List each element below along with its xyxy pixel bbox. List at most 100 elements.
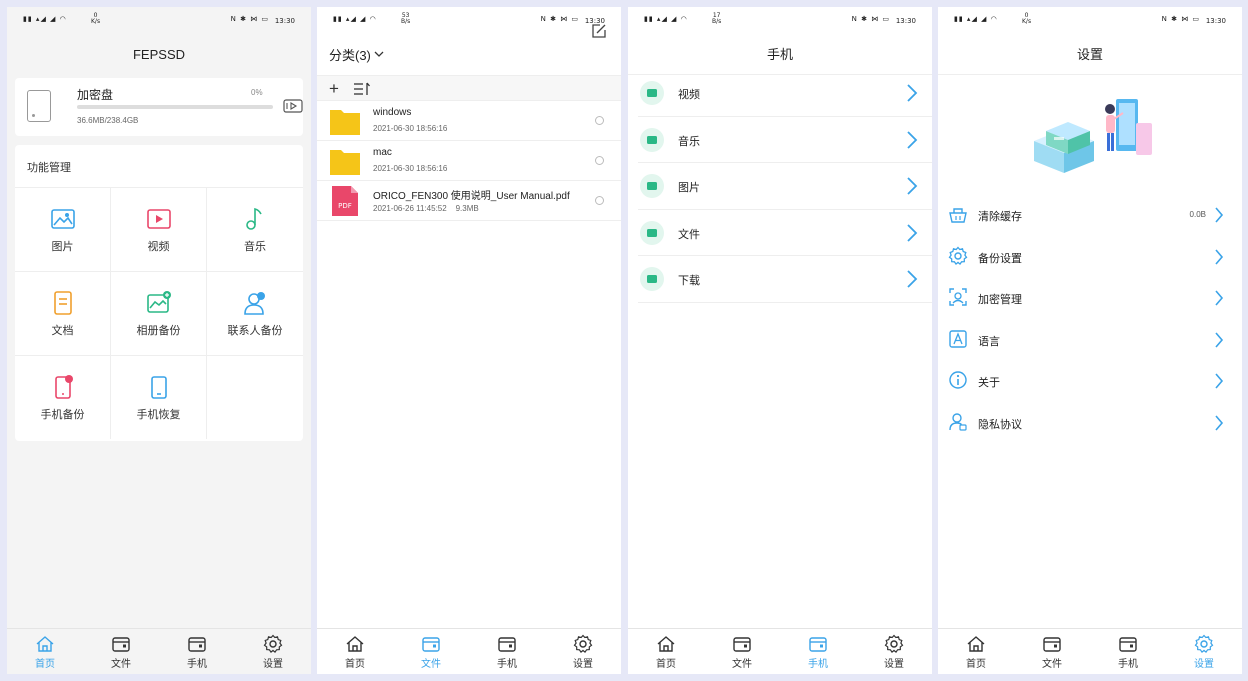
tab-label: 首页 [35,658,55,670]
func-label: 手机恢复 [136,408,181,421]
select-radio[interactable] [595,196,604,205]
settings-item-about[interactable]: 关于 [948,361,1232,401]
list-item-images[interactable]: 图片 [638,163,932,210]
status-bar: ▮▮ ▴◢ ◢ ◠ 0 K/s N ✱ ⋈ ▭ 13:30 [7,7,311,33]
func-contact-backup[interactable]: 联系人备份 [207,271,303,355]
settings-item-label: 备份设置 [978,253,1022,265]
network-speed: 0 K/s [91,12,101,25]
disk-icon [27,90,51,122]
chevron-right-icon [1215,332,1224,348]
func-label: 联系人备份 [227,324,283,337]
tab-label: 首页 [656,658,676,670]
tab-phone[interactable]: 手机 [159,629,235,674]
files-screen: ▮▮ ▴◢ ◢ ◠ 53 B/s N ✱ ⋈ ▭ 13:30 分类(3) + w… [317,7,621,674]
folder-icon [422,636,440,652]
encrypted-disk-card[interactable]: 加密盘 0% 36.6MB/238.4GB [15,78,303,136]
music-icon [640,127,664,152]
file-row[interactable]: windows 2021-06-30 18:56:16 [317,101,621,141]
signal-indicators: ▮▮ ▴◢ ◢ ◠ [954,15,998,23]
system-indicators: N ✱ ⋈ ▭ [851,15,890,23]
tab-files[interactable]: 文件 [83,629,159,674]
category-dropdown[interactable]: 分类(3) [317,33,621,75]
folder-icon [112,636,130,652]
chevron-right-icon [907,177,918,195]
disk-percent: 0% [251,88,263,97]
network-speed: 0 K/s [1022,12,1032,25]
settings-item-clear-cache[interactable]: 清除缓存 0.0B [948,195,1232,235]
settings-item-language[interactable]: 语言 [948,320,1232,360]
list-item-files[interactable]: 文件 [638,210,932,256]
func-label: 音乐 [244,240,266,253]
signal-indicators: ▮▮ ▴◢ ◢ ◠ [333,15,377,23]
func-music[interactable]: 音乐 [207,187,303,271]
settings-screen: ▮▮ ▴◢ ◢ ◠ 0 K/s N ✱ ⋈ ▭ 13:30 设置 清除缓存 0.… [938,7,1242,674]
tab-files[interactable]: 文件 [704,629,780,674]
file-row[interactable]: mac 2021-06-30 18:56:16 [317,141,621,181]
home-icon [967,635,985,652]
chevron-right-icon [907,270,918,288]
list-item-label: 视频 [678,89,700,101]
func-images[interactable]: 图片 [15,187,111,271]
select-radio[interactable] [595,156,604,165]
tab-files[interactable]: 文件 [1014,629,1090,674]
status-bar: ▮▮ ▴◢ ◢ ◠ 0 K/s N ✱ ⋈ ▭ 13:30 [938,7,1242,33]
file-meta: 2021-06-30 18:56:16 [373,124,448,133]
func-phone-backup[interactable]: 手机备份 [15,355,111,439]
music-icon [246,207,262,230]
file-meta: 2021-06-30 18:56:16 [373,164,448,173]
settings-item-encryption[interactable]: 加密管理 [948,278,1232,318]
tab-label: 文件 [421,658,441,670]
tab-phone[interactable]: 手机 [469,629,545,674]
tab-settings[interactable]: 设置 [856,629,932,674]
tab-label: 设置 [884,658,904,670]
file-name: ORICO_FEN300 使用说明_User Manual.pdf [373,191,570,202]
phone-icon [188,636,206,652]
settings-item-privacy[interactable]: 隐私协议 [948,403,1232,443]
network-speed: 17 B/s [712,12,722,25]
tab-settings[interactable]: 设置 [1166,629,1242,674]
home-icon [346,635,364,652]
settings-illustration [1034,99,1152,173]
sort-icon[interactable] [353,81,371,97]
tab-phone[interactable]: 手机 [1090,629,1166,674]
status-time: 13:30 [1205,17,1226,25]
gear-icon [263,634,283,653]
function-grid: 图片 视频 音乐 文档 相册备份 联系人备份 手机备份 手机恢复 [15,187,303,439]
func-documents[interactable]: 文档 [15,271,111,355]
tab-home[interactable]: 首页 [938,629,1014,674]
disk-eject-icon[interactable] [283,98,303,114]
func-phone-restore[interactable]: 手机恢复 [111,355,207,439]
privacy-icon [949,413,967,431]
edit-icon[interactable] [591,23,607,39]
document-icon [53,290,72,315]
add-button[interactable]: + [329,79,339,99]
func-videos[interactable]: 视频 [111,187,207,271]
folder-icon [1043,636,1061,652]
settings-item-label: 隐私协议 [978,419,1022,431]
tab-bar: 首页 文件 手机 设置 [317,628,621,674]
settings-item-backup[interactable]: 备份设置 [948,237,1232,277]
system-indicators: N ✱ ⋈ ▭ [1161,15,1200,23]
folder-icon [330,110,360,135]
tab-phone[interactable]: 手机 [780,629,856,674]
gear-icon [948,246,968,266]
chevron-right-icon [1215,415,1224,431]
list-item-video[interactable]: 视频 [638,70,932,117]
tab-home[interactable]: 首页 [317,629,393,674]
signal-indicators: ▮▮ ▴◢ ◢ ◠ [644,15,688,23]
tab-settings[interactable]: 设置 [545,629,621,674]
func-album-backup[interactable]: 相册备份 [111,271,207,355]
tab-files[interactable]: 文件 [393,629,469,674]
list-item-music[interactable]: 音乐 [638,117,932,163]
list-item-downloads[interactable]: 下载 [638,256,932,303]
select-radio[interactable] [595,116,604,125]
network-speed: 53 B/s [401,12,411,25]
language-icon [949,330,967,348]
tab-home[interactable]: 首页 [628,629,704,674]
section-title: 功能管理 [27,162,71,174]
tab-settings[interactable]: 设置 [235,629,311,674]
cache-size: 0.0B [1189,210,1206,219]
file-name: mac [373,147,392,158]
tab-home[interactable]: 首页 [7,629,83,674]
file-row[interactable]: PDF ORICO_FEN300 使用说明_User Manual.pdf 20… [317,181,621,221]
